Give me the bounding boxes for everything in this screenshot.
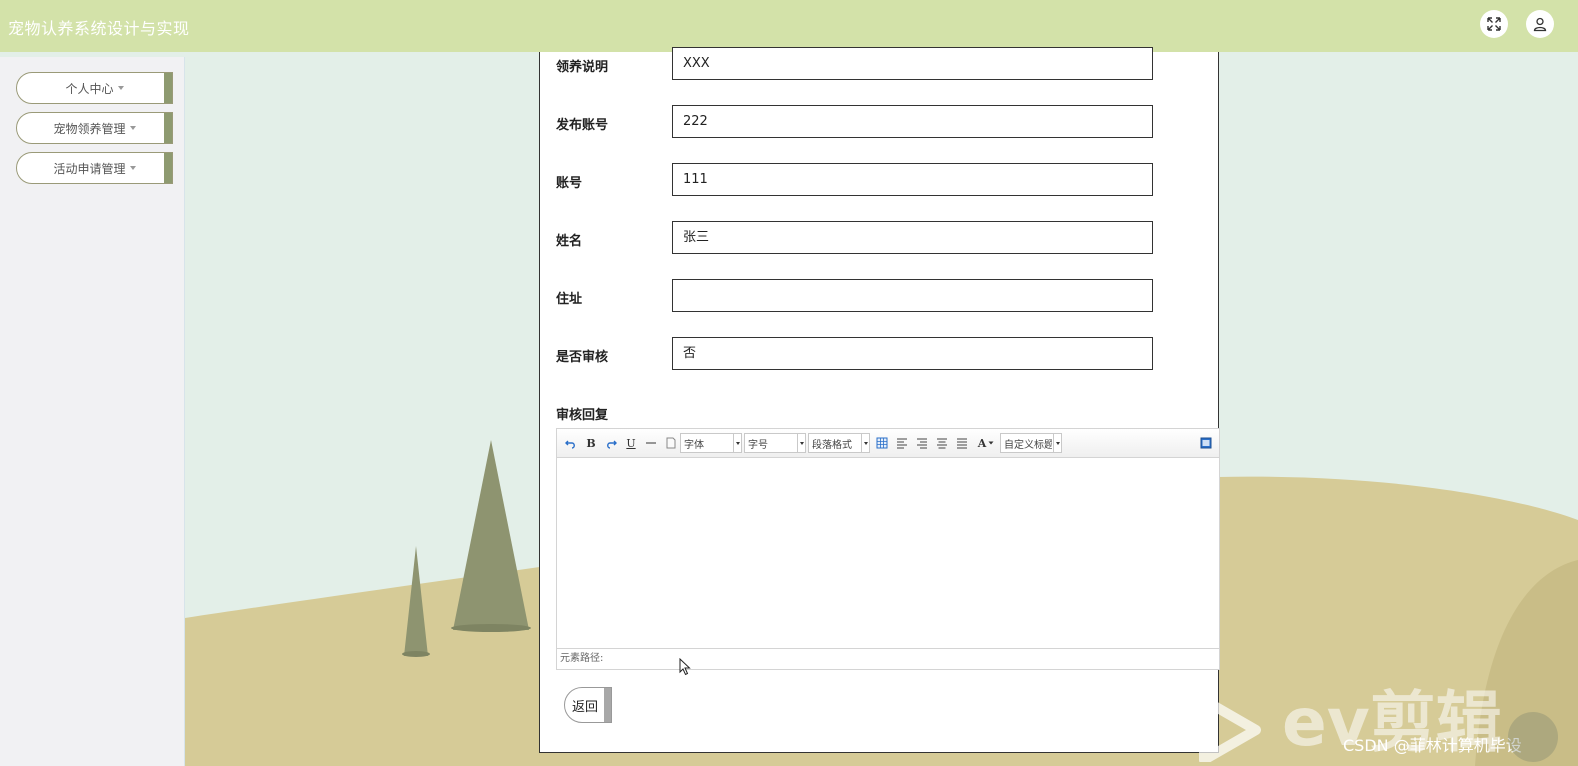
align-right-icon[interactable] <box>914 434 930 452</box>
sidebar-item-accent <box>164 153 172 183</box>
chevron-down-icon <box>861 434 869 452</box>
chevron-down-icon[interactable] <box>987 434 995 452</box>
redo-icon[interactable] <box>603 434 619 452</box>
sidebar-item-label: 活动申请管理 <box>53 161 126 176</box>
editor-element-path: 元素路径: <box>557 648 1219 669</box>
align-left-icon[interactable] <box>894 434 910 452</box>
align-justify-icon[interactable] <box>954 434 970 452</box>
align-center-icon[interactable] <box>934 434 950 452</box>
chevron-down-icon <box>1053 434 1061 452</box>
address-field[interactable] <box>672 279 1153 312</box>
field-label-review-reply: 审核回复 <box>556 408 609 423</box>
sidebar-item-accent <box>164 113 172 143</box>
watermark-csdn: CSDN @菲林计算机毕设 <box>1343 736 1522 755</box>
fullscreen-button[interactable] <box>1480 10 1508 38</box>
caret-down-icon <box>117 86 124 90</box>
font-family-select[interactable]: 字体 <box>680 433 742 453</box>
chevron-down-icon <box>797 434 805 452</box>
sidebar-item-label: 宠物领养管理 <box>53 121 126 136</box>
user-icon <box>1533 17 1547 32</box>
paragraph-format-label: 段落格式 <box>812 439 852 451</box>
undo-icon[interactable] <box>563 434 579 452</box>
app-title: 宠物认养系统设计与实现 <box>8 19 190 38</box>
adoption-detail-form: 领养说明 XXX 发布账号 222 账号 111 姓名 张三 住址 是否审核 否… <box>539 47 1220 753</box>
field-label-account: 账号 <box>556 176 583 191</box>
font-family-label: 字体 <box>684 439 704 451</box>
font-size-label: 字号 <box>748 439 768 451</box>
adoption-note-field[interactable]: XXX <box>672 47 1153 80</box>
custom-title-label: 自定义标题 <box>1004 439 1052 451</box>
sidebar-item-personal-center[interactable]: 个人中心 <box>16 72 173 104</box>
field-label-publisher-account: 发布账号 <box>556 118 609 133</box>
publisher-account-field[interactable]: 222 <box>672 105 1153 138</box>
field-label-reviewed: 是否审核 <box>556 350 609 365</box>
paragraph-format-select[interactable]: 段落格式 <box>808 433 870 453</box>
review-reply-editor: B U 字体 字号 段落格式 A 自定义标题 元素路径: <box>556 428 1220 670</box>
bold-button[interactable]: B <box>583 434 599 452</box>
horizontal-rule-icon[interactable] <box>643 434 659 452</box>
field-label-address: 住址 <box>556 292 583 307</box>
account-field[interactable]: 111 <box>672 163 1153 196</box>
back-button-label: 返回 <box>571 699 598 715</box>
sidebar: 个人中心 宠物领养管理 活动申请管理 <box>0 57 185 766</box>
user-menu-button[interactable] <box>1526 10 1554 38</box>
caret-down-icon <box>129 166 136 170</box>
back-button-accent <box>604 688 611 722</box>
table-icon[interactable] <box>874 434 890 452</box>
chevron-down-icon <box>733 434 741 452</box>
top-header: 宠物认养系统设计与实现 <box>0 0 1578 52</box>
mouse-cursor-icon <box>679 658 691 676</box>
sidebar-item-accent <box>164 73 172 103</box>
sidebar-item-pet-adoption[interactable]: 宠物领养管理 <box>16 112 173 144</box>
custom-title-select[interactable]: 自定义标题 <box>1000 433 1062 453</box>
reviewed-field[interactable]: 否 <box>672 337 1153 370</box>
scroll-top-button[interactable] <box>1508 712 1558 762</box>
page-icon[interactable] <box>663 434 679 452</box>
sidebar-item-label: 个人中心 <box>65 81 114 96</box>
editor-toolbar: B U 字体 字号 段落格式 A 自定义标题 <box>557 429 1219 458</box>
underline-button[interactable]: U <box>623 434 639 452</box>
field-label-adoption-note: 领养说明 <box>556 60 609 75</box>
font-size-select[interactable]: 字号 <box>744 433 806 453</box>
caret-down-icon <box>129 126 136 130</box>
expand-icon <box>1487 17 1501 31</box>
sidebar-item-activity-application[interactable]: 活动申请管理 <box>16 152 173 184</box>
editor-content-area[interactable] <box>557 458 1219 649</box>
back-button[interactable]: 返回 <box>564 687 612 723</box>
field-label-name: 姓名 <box>556 234 583 249</box>
fullscreen-editor-icon[interactable] <box>1198 434 1214 452</box>
name-field[interactable]: 张三 <box>672 221 1153 254</box>
play-logo-icon <box>1199 696 1261 762</box>
